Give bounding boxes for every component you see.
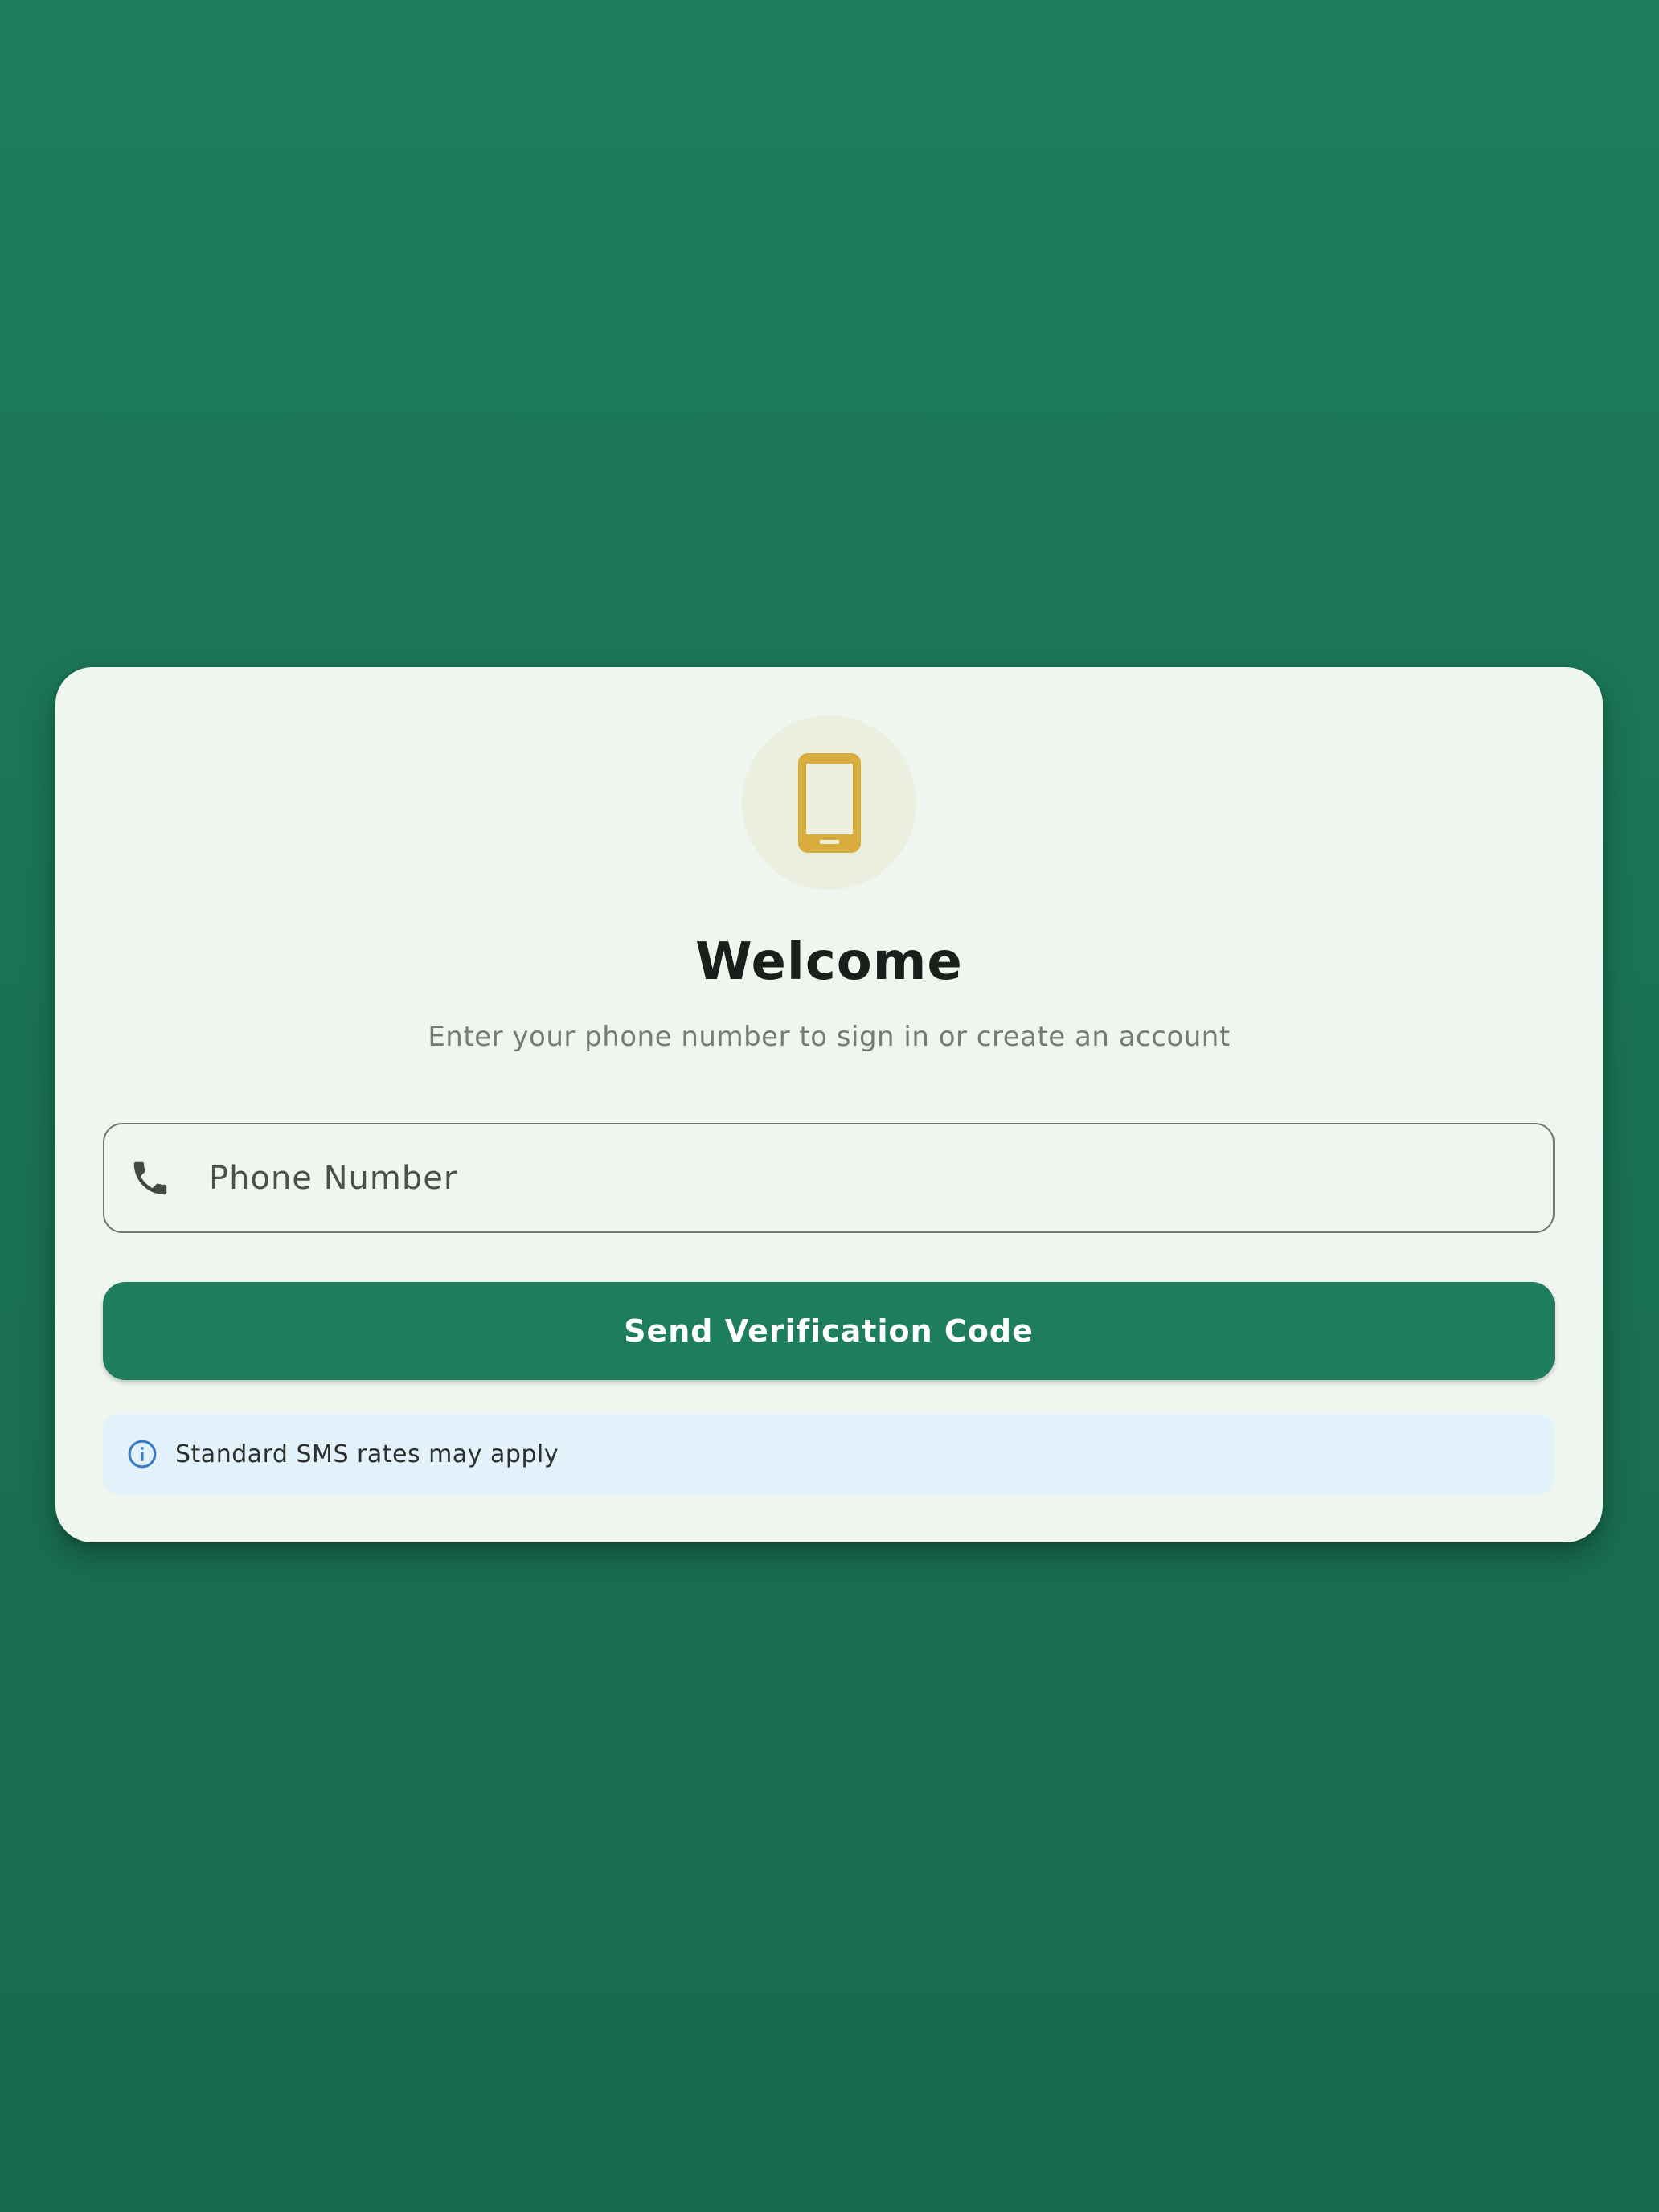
info-icon xyxy=(128,1440,157,1469)
page-title: Welcome xyxy=(695,932,963,992)
phone-number-input[interactable] xyxy=(207,1158,1497,1198)
page-subtitle: Enter your phone number to sign in or cr… xyxy=(428,1021,1231,1053)
sign-in-card: Welcome Enter your phone number to sign … xyxy=(55,667,1603,1542)
smartphone-icon xyxy=(797,752,861,853)
sms-rates-notice: Standard SMS rates may apply xyxy=(103,1414,1555,1494)
sms-rates-text: Standard SMS rates may apply xyxy=(175,1440,559,1469)
phone-icon xyxy=(133,1161,167,1194)
phone-number-field[interactable] xyxy=(103,1123,1555,1233)
hero-icon-circle xyxy=(742,715,916,890)
send-verification-code-button[interactable]: Send Verification Code xyxy=(103,1282,1555,1380)
